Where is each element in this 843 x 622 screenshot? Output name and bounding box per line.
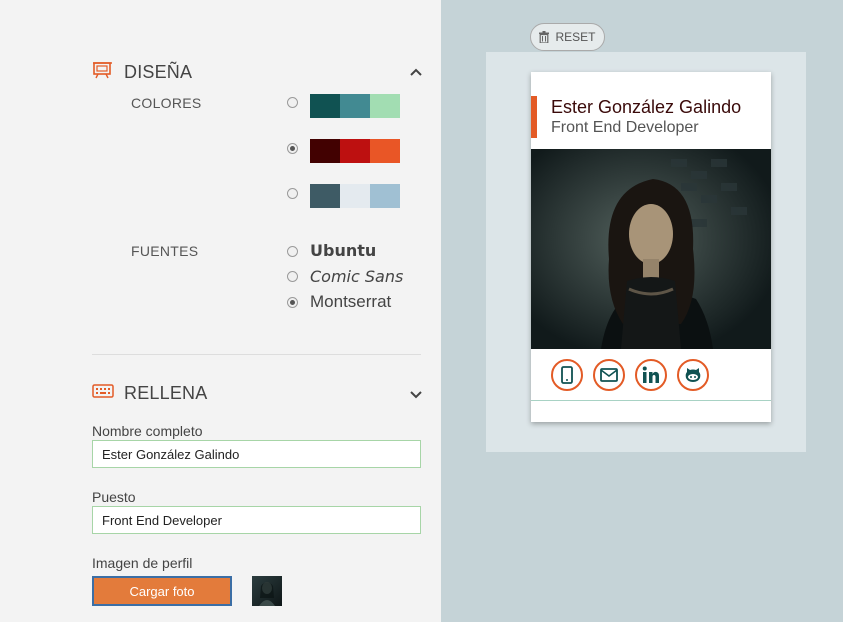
fill-title: RELLENA [124,383,208,403]
reset-label: RESET [555,30,596,44]
swatch [370,94,400,118]
palette-1-swatches[interactable] [310,94,400,118]
job-field[interactable] [92,506,421,534]
palette-2-radio[interactable] [287,143,298,154]
mail-icon[interactable] [593,359,625,391]
palette-2-swatches[interactable] [310,139,400,163]
swatch [310,184,340,208]
swatch [340,184,370,208]
palette-3-radio[interactable] [287,188,298,199]
swatch [340,139,370,163]
chevron-up-icon[interactable] [408,64,424,80]
accent-bar [531,96,537,138]
palette-1-radio[interactable] [287,97,298,108]
upload-photo-button[interactable]: Cargar foto [92,576,232,606]
swatch [340,94,370,118]
reset-button[interactable]: RESET [530,23,605,51]
phone-icon[interactable] [551,359,583,391]
font-comic-label[interactable]: Comic Sans [310,267,403,286]
fonts-label: FUENTES [131,243,199,259]
font-ubuntu-label[interactable]: Ubuntu [310,241,376,260]
font-ubuntu-radio[interactable] [287,246,298,257]
editor-panel: DISEÑA COLORES FUENTES Ubuntu Comic Sans… [0,0,441,622]
card-bottom-line [531,400,771,401]
name-label: Nombre completo [92,423,203,439]
design-title: DISEÑA [124,62,193,82]
font-montserrat-label[interactable]: Montserrat [310,292,391,312]
preview-card: Ester González Galindo Front End Develop… [531,72,771,422]
font-montserrat-radio[interactable] [287,297,298,308]
job-label: Puesto [92,489,136,505]
font-comic-radio[interactable] [287,271,298,282]
swatch [370,139,400,163]
name-field[interactable] [92,440,421,468]
card-name: Ester González Galindo [551,97,742,117]
colors-label: COLORES [131,95,202,111]
github-icon[interactable] [677,359,709,391]
card-photo [531,149,771,349]
social-links [551,359,709,391]
linkedin-icon[interactable] [635,359,667,391]
swatch [310,139,340,163]
swatch [370,184,400,208]
card-job: Front End Developer [551,119,699,136]
chevron-down-icon[interactable] [408,386,424,402]
design-section-header[interactable]: DISEÑA [92,60,192,85]
image-label: Imagen de perfil [92,555,193,571]
keyboard-icon [92,383,114,404]
profile-thumbnail [252,576,282,606]
swatch [310,94,340,118]
design-icon [92,60,114,85]
palette-3-swatches[interactable] [310,184,400,208]
fill-section-header[interactable]: RELLENA [92,383,207,404]
trash-icon [539,31,550,43]
section-divider [92,354,421,355]
